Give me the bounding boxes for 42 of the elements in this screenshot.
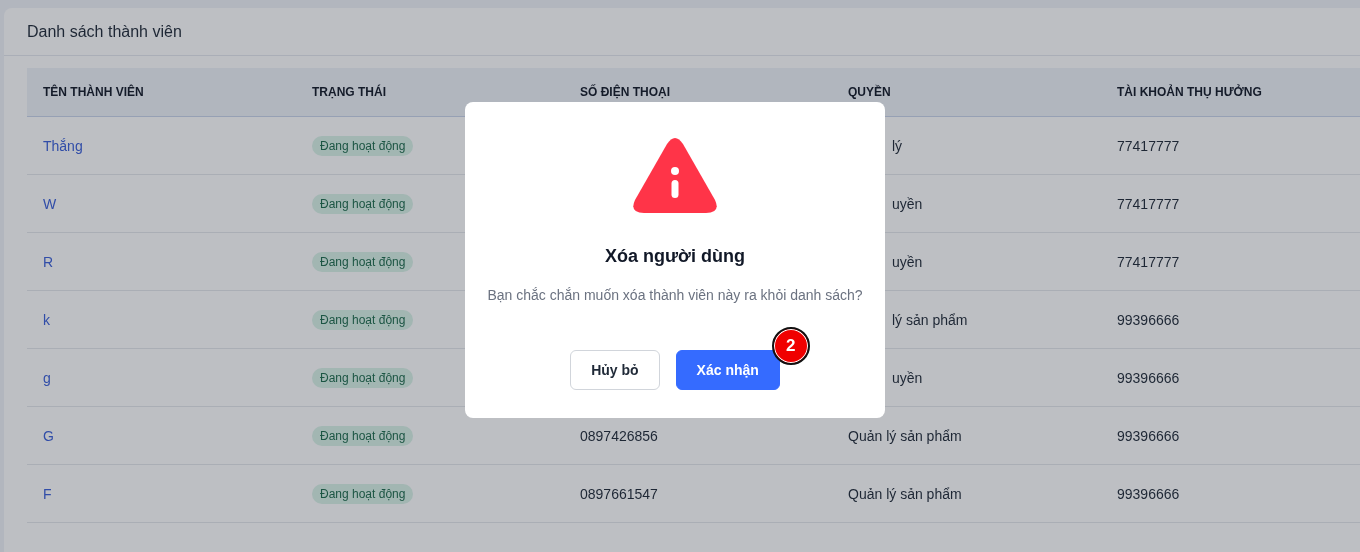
warning-icon (632, 138, 718, 214)
table-cell: 0897426856 (580, 427, 658, 444)
member-name-link[interactable]: Thắng (43, 137, 83, 154)
status-tag: Đang hoạt động (312, 483, 414, 504)
table-cell: 77417777 (1117, 253, 1180, 270)
member-name-link[interactable]: G (43, 427, 54, 444)
table-cell: 77417777 (1117, 137, 1180, 154)
column-header: TRẠNG THÁI (311, 85, 387, 99)
table-cell: Quản lý sản phẩm (848, 427, 962, 444)
table-cell: uyền (892, 369, 923, 386)
member-name-link[interactable]: k (43, 311, 50, 328)
member-name-link[interactable]: g (43, 369, 51, 386)
table-cell: uyền (892, 195, 923, 212)
table-cell: 77417777 (1117, 195, 1180, 212)
table-cell: lý sản phẩm (892, 311, 968, 328)
table-cell: 0897661547 (580, 485, 658, 502)
table-cell: Quản lý sản phẩm (848, 485, 962, 502)
column-header: TÀI KHOẢN THỤ HƯỞNG (1116, 85, 1263, 99)
dialog-message: Bạn chắc chắn muốn xóa thành viên này ra khỏi danh sách? (487, 287, 863, 303)
table-cell: 99396666 (1117, 485, 1180, 502)
member-name-link[interactable]: W (43, 195, 57, 212)
table-cell: 99396666 (1117, 311, 1180, 328)
member-name-link[interactable]: R (43, 253, 54, 270)
status-tag: Đang hoạt động (312, 135, 414, 156)
confirm-button[interactable]: Xác nhận (675, 350, 780, 390)
table-cell: 99396666 (1117, 427, 1180, 444)
column-header: SỐ ĐIỆN THOẠI (579, 85, 671, 99)
table-cell: uyền (892, 253, 923, 270)
table-cell: 99396666 (1117, 369, 1180, 386)
step-badge: 2 (771, 327, 810, 365)
cancel-button[interactable]: Hủy bỏ (570, 350, 660, 390)
card-title: Danh sách thành viên (27, 22, 182, 41)
dialog-title: Xóa người dùng (605, 246, 745, 267)
column-header: TÊN THÀNH VIÊN (42, 85, 145, 99)
status-tag: Đang hoạt động (312, 425, 414, 446)
status-tag: Đang hoạt động (312, 309, 414, 330)
status-tag: Đang hoạt động (312, 367, 414, 388)
column-header: QUYỀN (847, 85, 892, 99)
status-tag: Đang hoạt động (312, 251, 414, 272)
status-tag: Đang hoạt động (312, 193, 414, 214)
table-cell: lý (892, 137, 903, 154)
member-name-link[interactable]: F (43, 485, 52, 502)
